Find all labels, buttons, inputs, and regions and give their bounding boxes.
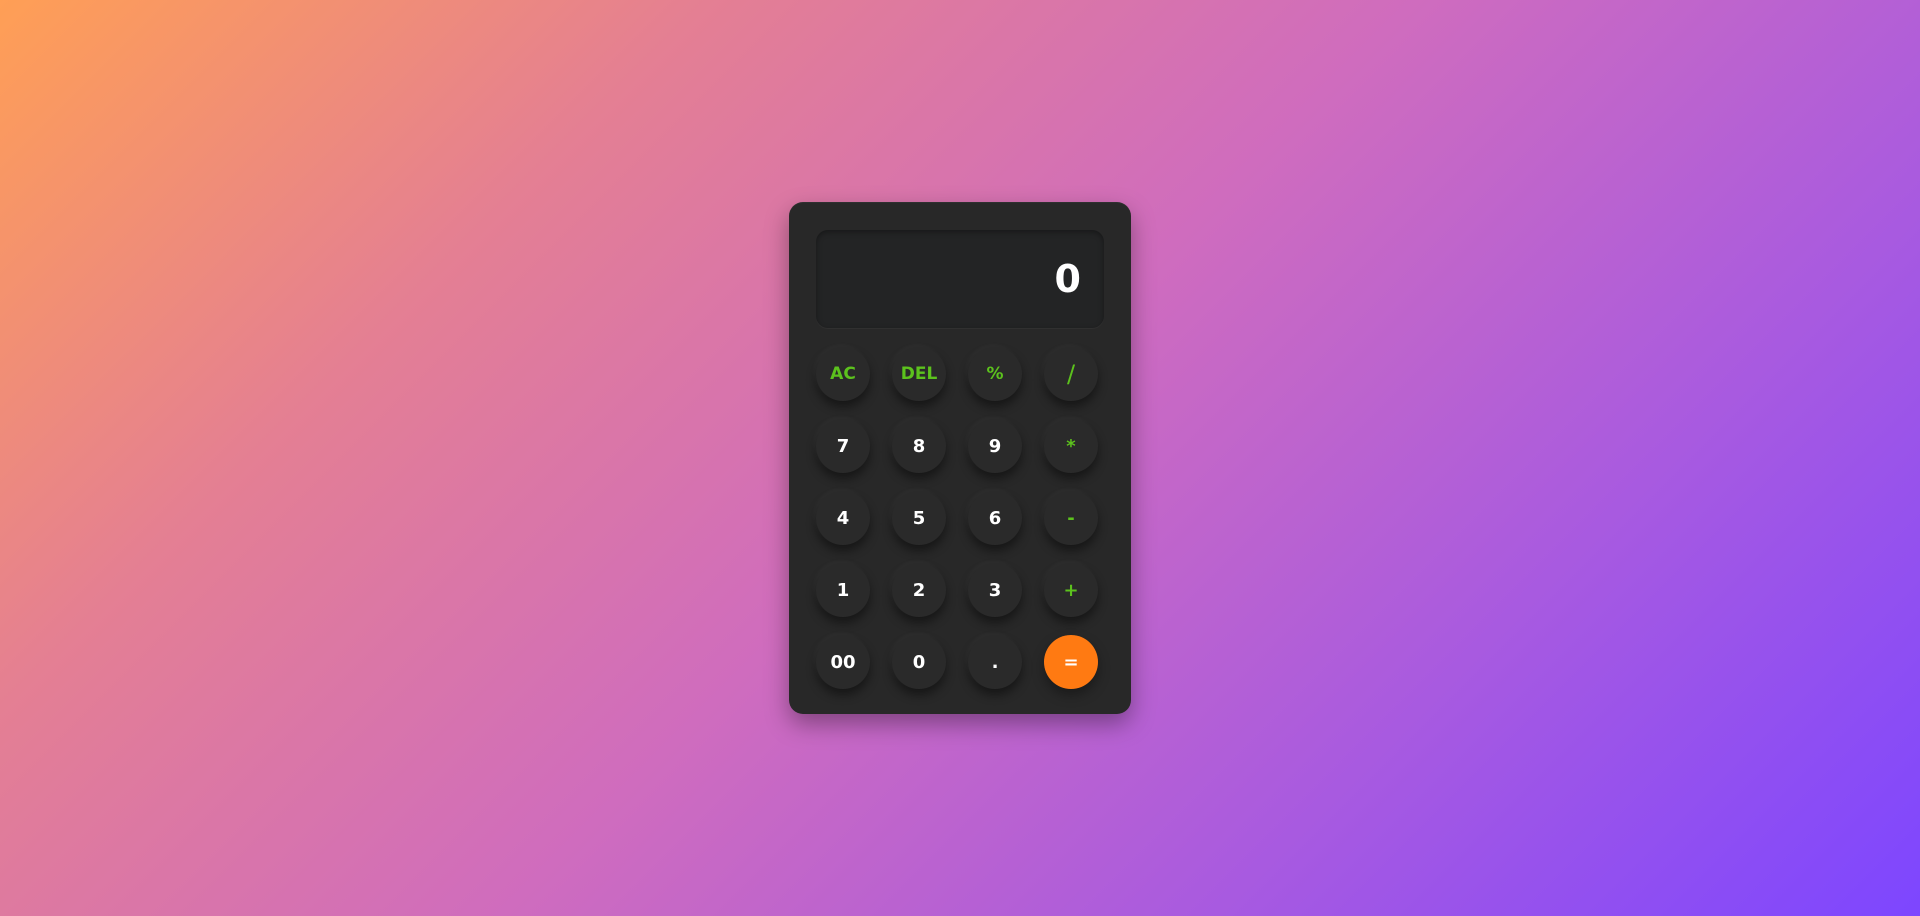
digit-4-button[interactable]: 4 [816, 491, 870, 545]
digit-7-button[interactable]: 7 [816, 419, 870, 473]
clear-button[interactable]: AC [816, 347, 870, 401]
calculator: 0 AC DEL % / 7 8 9 * 4 5 6 - 1 2 3 + 00 … [789, 202, 1131, 714]
percent-button[interactable]: % [968, 347, 1022, 401]
decimal-button[interactable]: . [968, 635, 1022, 689]
double-zero-button[interactable]: 00 [816, 635, 870, 689]
multiply-button[interactable]: * [1044, 419, 1098, 473]
digit-5-button[interactable]: 5 [892, 491, 946, 545]
digit-0-button[interactable]: 0 [892, 635, 946, 689]
equals-button[interactable]: = [1044, 635, 1098, 689]
divide-button[interactable]: / [1044, 347, 1098, 401]
display-value: 0 [1054, 257, 1082, 301]
digit-9-button[interactable]: 9 [968, 419, 1022, 473]
display: 0 [816, 230, 1104, 328]
digit-6-button[interactable]: 6 [968, 491, 1022, 545]
digit-2-button[interactable]: 2 [892, 563, 946, 617]
digit-8-button[interactable]: 8 [892, 419, 946, 473]
keypad: AC DEL % / 7 8 9 * 4 5 6 - 1 2 3 + 00 0 … [816, 347, 1098, 689]
digit-3-button[interactable]: 3 [968, 563, 1022, 617]
delete-button[interactable]: DEL [892, 347, 946, 401]
subtract-button[interactable]: - [1044, 491, 1098, 545]
add-button[interactable]: + [1044, 563, 1098, 617]
digit-1-button[interactable]: 1 [816, 563, 870, 617]
